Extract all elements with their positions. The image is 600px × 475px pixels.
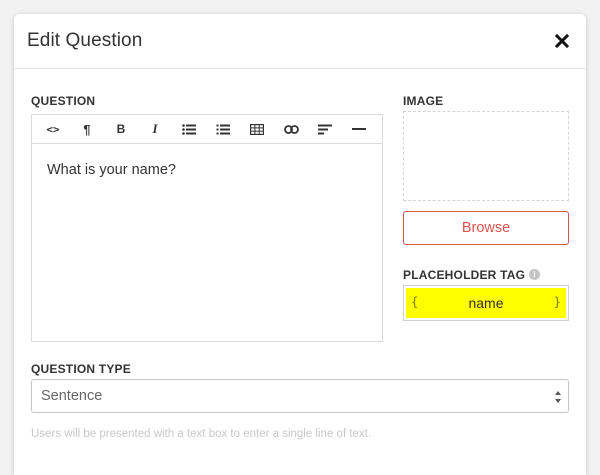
browse-button[interactable]: Browse: [403, 211, 569, 245]
select-arrows-icon: [555, 391, 561, 403]
bold-button[interactable]: B: [104, 115, 138, 143]
paragraph-button[interactable]: ¶: [70, 115, 104, 143]
image-label: IMAGE: [403, 94, 444, 108]
open-brace: {: [411, 295, 419, 309]
close-icon: [555, 34, 569, 48]
align-left-icon: [318, 124, 332, 134]
placeholder-tag-highlight: { name }: [406, 288, 566, 318]
close-button[interactable]: [550, 29, 574, 53]
placeholder-tag-label: PLACEHOLDER TAG: [403, 268, 526, 282]
image-dropzone[interactable]: [403, 111, 569, 201]
question-type-label: QUESTION TYPE: [31, 362, 131, 376]
horizontal-rule-button[interactable]: [342, 115, 376, 143]
placeholder-tag-label-row: PLACEHOLDER TAG i: [403, 268, 541, 282]
info-icon[interactable]: i: [529, 269, 541, 281]
question-type-select[interactable]: Sentence: [31, 379, 569, 413]
question-editor: <> ¶ B I What is your name?: [31, 114, 383, 342]
unordered-list-button[interactable]: [172, 115, 206, 143]
placeholder-tag-value: name: [468, 295, 504, 311]
table-button[interactable]: [240, 115, 274, 143]
horizontal-rule-icon: [352, 128, 366, 130]
italic-button[interactable]: I: [138, 115, 172, 143]
close-brace: }: [553, 295, 561, 309]
link-icon: [283, 124, 299, 134]
question-type-value: Sentence: [41, 388, 103, 404]
link-button[interactable]: [274, 115, 308, 143]
question-label: QUESTION: [31, 94, 96, 108]
italic-icon: I: [152, 121, 158, 136]
numbered-list-icon: [216, 124, 230, 134]
modal-title: Edit Question: [27, 30, 143, 51]
question-type-helper: Users will be presented with a text box …: [31, 428, 372, 440]
bullet-list-icon: [182, 123, 196, 135]
editor-toolbar: <> ¶ B I: [32, 115, 382, 144]
edit-question-modal: Edit Question QUESTION <> ¶ B I What is …: [14, 14, 586, 475]
paragraph-icon: ¶: [83, 121, 91, 137]
code-icon: <>: [46, 122, 60, 136]
ordered-list-button[interactable]: [206, 115, 240, 143]
modal-header: Edit Question: [14, 14, 586, 69]
table-icon: [250, 123, 264, 135]
placeholder-tag-input[interactable]: { name }: [403, 285, 569, 321]
question-text[interactable]: What is your name?: [32, 144, 382, 196]
align-button[interactable]: [308, 115, 342, 143]
code-view-button[interactable]: <>: [36, 115, 70, 143]
bold-icon: B: [116, 122, 126, 136]
